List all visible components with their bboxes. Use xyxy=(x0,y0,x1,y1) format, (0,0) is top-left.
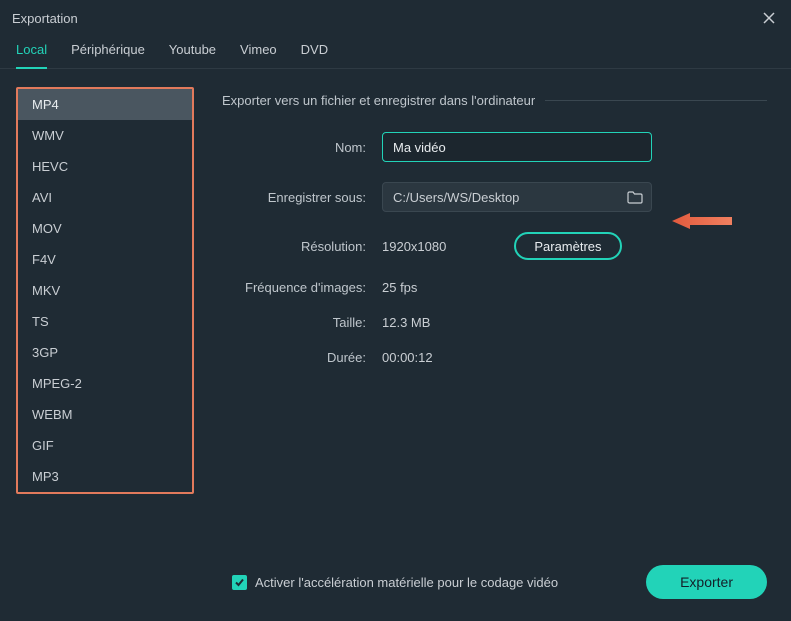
label-resolution: Résolution: xyxy=(222,239,382,254)
tab-vimeo[interactable]: Vimeo xyxy=(240,42,277,68)
path-field[interactable]: C:/Users/WS/Desktop xyxy=(382,182,652,212)
tab-dvd[interactable]: DVD xyxy=(301,42,328,68)
format-item-hevc[interactable]: HEVC xyxy=(18,151,192,182)
folder-icon xyxy=(627,191,643,204)
label-size: Taille: xyxy=(222,315,382,330)
check-icon xyxy=(234,577,245,588)
tab-peripherique[interactable]: Périphérique xyxy=(71,42,145,68)
format-item-mpeg2[interactable]: MPEG-2 xyxy=(18,368,192,399)
value-fps: 25 fps xyxy=(382,280,417,295)
tab-youtube[interactable]: Youtube xyxy=(169,42,216,68)
annotation-arrow-icon xyxy=(672,211,732,231)
format-item-avi[interactable]: AVI xyxy=(18,182,192,213)
tab-local[interactable]: Local xyxy=(16,42,47,69)
value-size: 12.3 MB xyxy=(382,315,430,330)
path-value: C:/Users/WS/Desktop xyxy=(393,190,625,205)
export-tabs: Local Périphérique Youtube Vimeo DVD xyxy=(0,32,791,69)
hw-accel-label: Activer l'accélération matérielle pour l… xyxy=(255,575,558,590)
label-duration: Durée: xyxy=(222,350,382,365)
export-button[interactable]: Exporter xyxy=(646,565,767,599)
section-heading: Exporter vers un fichier et enregistrer … xyxy=(222,93,535,108)
label-name: Nom: xyxy=(222,140,382,155)
divider xyxy=(545,100,767,101)
window-title: Exportation xyxy=(12,11,78,26)
label-fps: Fréquence d'images: xyxy=(222,280,382,295)
close-icon xyxy=(763,12,775,24)
format-item-mov[interactable]: MOV xyxy=(18,213,192,244)
format-item-3gp[interactable]: 3GP xyxy=(18,337,192,368)
format-item-mp3[interactable]: MP3 xyxy=(18,461,192,492)
format-item-mp4[interactable]: MP4 xyxy=(18,89,192,120)
browse-button[interactable] xyxy=(625,187,645,207)
format-item-ts[interactable]: TS xyxy=(18,306,192,337)
name-input[interactable] xyxy=(382,132,652,162)
format-list: MP4 WMV HEVC AVI MOV F4V MKV TS 3GP MPEG… xyxy=(16,87,194,494)
checkbox-box xyxy=(232,575,247,590)
label-path: Enregistrer sous: xyxy=(222,190,382,205)
value-duration: 00:00:12 xyxy=(382,350,433,365)
parameters-button[interactable]: Paramètres xyxy=(514,232,621,260)
format-item-wmv[interactable]: WMV xyxy=(18,120,192,151)
format-item-gif[interactable]: GIF xyxy=(18,430,192,461)
format-item-mkv[interactable]: MKV xyxy=(18,275,192,306)
close-button[interactable] xyxy=(759,8,779,28)
format-item-webm[interactable]: WEBM xyxy=(18,399,192,430)
format-item-f4v[interactable]: F4V xyxy=(18,244,192,275)
hw-accel-checkbox[interactable]: Activer l'accélération matérielle pour l… xyxy=(232,575,558,590)
value-resolution: 1920x1080 xyxy=(382,239,446,254)
